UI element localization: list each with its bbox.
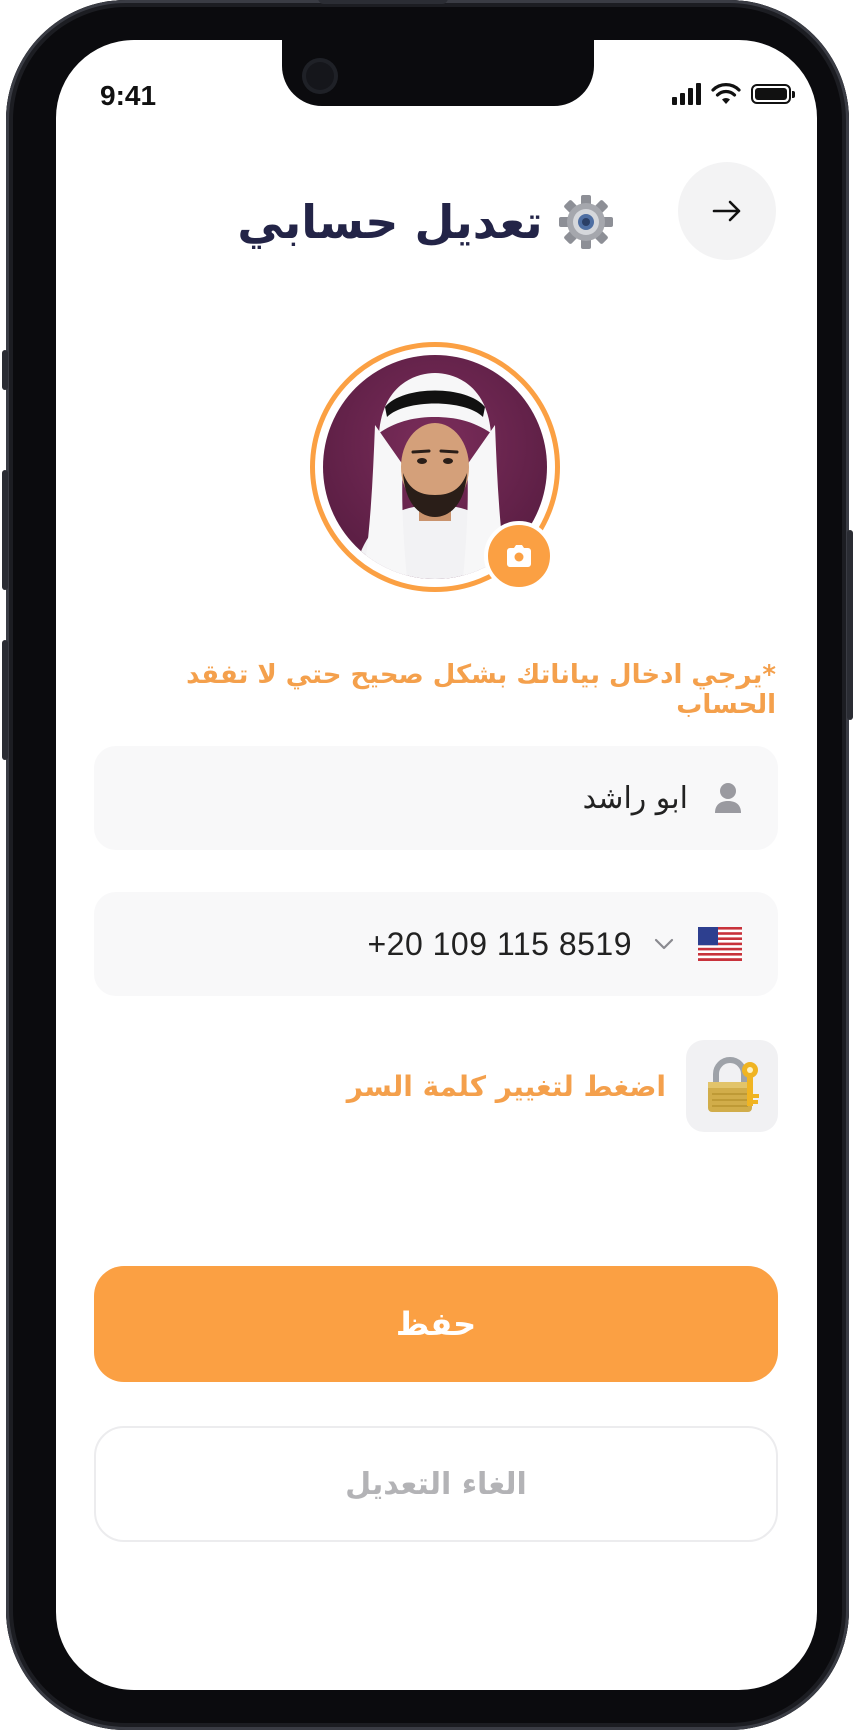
save-button[interactable]: حفظ [94, 1266, 778, 1382]
change-password-link[interactable]: اضغط لتغيير كلمة السر [96, 1040, 778, 1132]
status-icons [672, 83, 795, 105]
page-header: تعديل حسابي [206, 182, 646, 262]
phone-field[interactable]: +20 109 115 8519 [94, 892, 778, 996]
signal-icon [672, 83, 701, 105]
back-button[interactable] [678, 162, 776, 260]
phone-value: +20 109 115 8519 [367, 925, 632, 962]
lock-key-icon [708, 1057, 759, 1112]
gear-icon [558, 195, 613, 249]
phone-frame: 9:41 تعديل حسابي *يرجي ادخال بياناتك بشك… [2, 0, 853, 1730]
change-photo-button[interactable] [484, 521, 554, 591]
arrow-right-icon [712, 200, 741, 222]
us-flag-icon[interactable] [698, 927, 742, 961]
battery-icon [751, 84, 795, 104]
volume-up-button [2, 470, 8, 590]
cancel-edit-button[interactable]: الغاء التعديل [94, 1426, 778, 1542]
volume-down-button [2, 640, 8, 760]
page-title: تعديل حسابي [237, 195, 543, 249]
mute-switch [2, 350, 8, 390]
chevron-down-icon[interactable] [654, 938, 674, 950]
status-time: 9:41 [100, 80, 157, 111]
form-notice: *يرجي ادخال بياناتك بشكل صحيح حتي لا تفق… [186, 660, 776, 720]
power-button [847, 530, 853, 720]
wifi-icon [711, 83, 741, 104]
change-password-label: اضغط لتغيير كلمة السر [346, 1069, 666, 1103]
lock-key-icon-box [686, 1040, 778, 1132]
user-icon [715, 783, 741, 813]
name-value: ابو راشد [582, 780, 688, 816]
speaker-grille [318, 0, 448, 4]
front-camera [302, 58, 338, 94]
camera-icon [507, 545, 531, 567]
name-field[interactable]: ابو راشد [94, 746, 778, 850]
app-screen: 9:41 تعديل حسابي *يرجي ادخال بياناتك بشك… [56, 40, 817, 1690]
